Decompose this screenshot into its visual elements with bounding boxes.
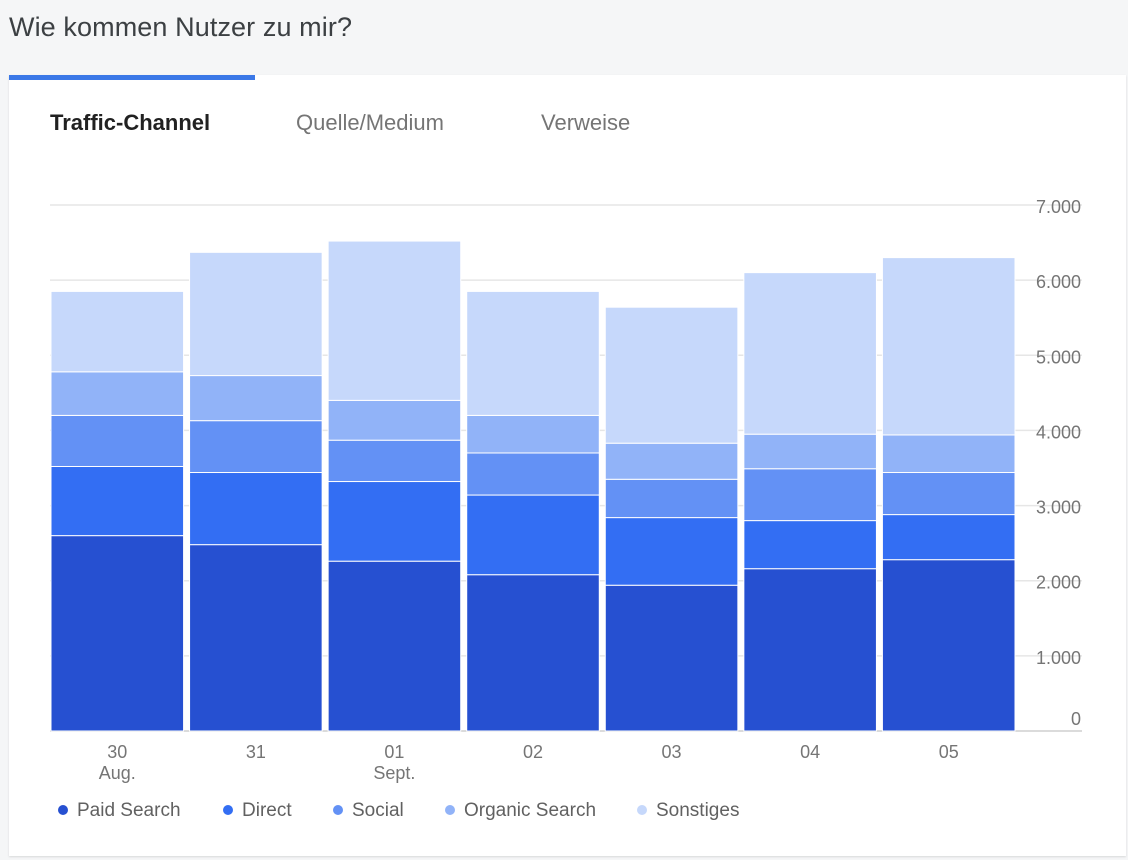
y-tick-label: 4.000 [1036,422,1081,442]
bar-segment [604,517,739,586]
bar-segment [327,560,462,732]
legend-item[interactable]: Paid Search [77,800,181,821]
legend-swatch [58,805,68,815]
bar-segment [50,290,185,373]
bar-segment [50,535,185,732]
bar-segment [743,568,877,732]
bar-segment [466,494,600,576]
x-tick-label: 03 [662,742,682,762]
bar-segment [50,371,185,416]
y-tick-label: 6.000 [1036,272,1081,292]
legend-item[interactable]: Direct [242,800,292,821]
bar-segment [604,478,739,519]
x-tick-label: 31 [246,742,266,762]
bar-segment [466,290,600,416]
x-tick-label: 05 [939,742,959,762]
bar-segment [189,472,323,546]
bar-segment [327,240,462,401]
bar-segment [189,544,323,732]
legend-swatch [637,805,647,815]
stacked-bar-chart: 0 1.000 2.000 3.000 4.000 5.000 6.000 7.000 30Au… [50,197,1082,821]
legend-swatch [333,805,343,815]
x-tick-label: 01 [384,742,404,762]
bar-segment [604,306,739,444]
bar-segment [50,414,185,467]
x-tick-sublabel: Sept. [373,763,415,783]
x-tick-label: 02 [523,742,543,762]
bar-segment [189,420,323,474]
y-tick-label: 5.000 [1036,347,1081,367]
legend-item[interactable]: Social [352,800,404,821]
legend-item[interactable]: Organic Search [464,800,596,821]
y-tick-label: 0 [1071,709,1081,729]
bar-segment [604,442,739,480]
bar-segment [743,433,877,470]
bar-segment [327,399,462,441]
y-tick-label: 1.000 [1036,648,1081,668]
bar-segment [881,514,1016,561]
bar-segment [327,439,462,483]
bar-segment [881,472,1016,516]
bar-segment [189,375,323,422]
bar-segment [881,257,1016,436]
legend-swatch [223,805,233,815]
y-tick-label: 7.000 [1036,197,1081,217]
bar-segment [743,468,877,522]
bar-segment [466,574,600,732]
x-tick-label: 30 [107,742,127,762]
bar-segment [50,465,185,537]
legend-item[interactable]: Sonstiges [656,800,739,821]
bar-segment [881,434,1016,474]
bar-segment [327,481,462,562]
bar-segment [604,584,739,732]
x-tick-sublabel: Aug. [99,763,136,783]
bar-segment [743,520,877,570]
bar-segment [881,559,1016,732]
bar-segment [743,272,877,435]
bar-segment [189,251,323,377]
y-tick-label: 3.000 [1036,498,1081,518]
bar-segment [466,452,600,496]
legend-swatch [445,805,455,815]
y-tick-label: 2.000 [1036,573,1081,593]
x-tick-label: 04 [800,742,820,762]
bar-segment [466,414,600,454]
